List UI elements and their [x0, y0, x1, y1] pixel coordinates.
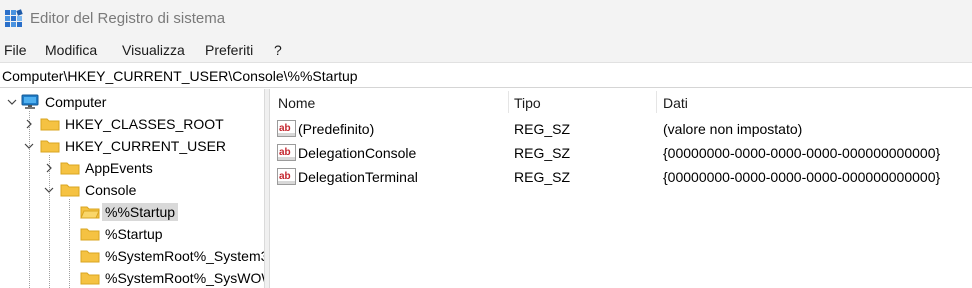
address-bar[interactable]: Computer\HKEY_CURRENT_USER\Console\%%Sta… [0, 62, 972, 88]
tree-node-label[interactable]: %%Startup [102, 203, 179, 221]
folder-icon [80, 228, 100, 241]
chevron-down-icon[interactable] [42, 183, 56, 197]
tree-node-systemroot-syswow64[interactable]: %SystemRoot%_SysWOW64 [0, 267, 264, 288]
value-data: {00000000-0000-0000-0000-000000000000} [663, 169, 941, 185]
tree-node-label[interactable]: Console [82, 181, 139, 199]
folder-icon [60, 162, 80, 175]
tree-node-label[interactable]: %SystemRoot%_SysWOW64 [102, 269, 264, 287]
tree-node-label[interactable]: HKEY_CURRENT_USER [62, 137, 229, 155]
menu-visualizza[interactable]: Visualizza [122, 42, 185, 58]
menu-file[interactable]: File [4, 42, 27, 58]
menu-modifica[interactable]: Modifica [45, 42, 97, 58]
value-row[interactable]: ab DelegationTerminal REG_SZ {00000000-0… [270, 165, 972, 189]
value-data: (valore non impostato) [663, 121, 803, 137]
folder-icon [40, 118, 60, 131]
svg-text:ab: ab [279, 147, 291, 158]
registry-editor-icon [5, 9, 23, 27]
column-header-data[interactable]: Dati [663, 95, 688, 111]
value-type: REG_SZ [514, 145, 571, 161]
svg-text:ab: ab [279, 123, 291, 134]
chevron-right-icon[interactable] [22, 117, 36, 131]
tree-node-percent-startup[interactable]: %Startup [0, 223, 264, 245]
tree-node-systemroot-system32[interactable]: %SystemRoot%_System32 [0, 245, 264, 267]
tree-node-label[interactable]: Computer [42, 93, 109, 111]
tree-node-percent-percent-startup[interactable]: %%Startup [0, 201, 264, 223]
title-bar: Editor del Registro di sistema [0, 0, 972, 38]
window-title: Editor del Registro di sistema [30, 10, 226, 27]
chevron-down-icon[interactable] [22, 139, 36, 153]
address-path[interactable]: Computer\HKEY_CURRENT_USER\Console\%%Sta… [2, 68, 358, 84]
chevron-right-icon[interactable] [42, 161, 56, 175]
value-row[interactable]: ab (Predefinito) REG_SZ (valore non impo… [270, 117, 972, 141]
tree-node-hkcu[interactable]: HKEY_CURRENT_USER [0, 135, 264, 157]
column-header-name[interactable]: Nome [278, 95, 315, 111]
value-row[interactable]: ab DelegationConsole REG_SZ {00000000-00… [270, 141, 972, 165]
svg-text:ab: ab [279, 171, 291, 182]
column-header-type[interactable]: Tipo [514, 95, 541, 111]
menu-help[interactable]: ? [274, 42, 282, 58]
string-value-icon: ab [277, 120, 296, 137]
folder-icon [80, 272, 100, 285]
tree-node-label[interactable]: HKEY_CLASSES_ROOT [62, 115, 227, 133]
value-name[interactable]: (Predefinito) [298, 121, 374, 137]
tree-node-hkcr[interactable]: HKEY_CLASSES_ROOT [0, 113, 264, 135]
column-separator[interactable] [656, 91, 657, 113]
column-separator[interactable] [508, 91, 509, 113]
menu-preferiti[interactable]: Preferiti [205, 42, 253, 58]
tree-node-console[interactable]: Console [0, 179, 264, 201]
folder-icon [80, 250, 100, 263]
tree-node-label[interactable]: AppEvents [82, 159, 156, 177]
value-data: {00000000-0000-0000-0000-000000000000} [663, 145, 941, 161]
computer-icon [21, 94, 39, 109]
string-value-icon: ab [277, 168, 296, 185]
key-tree[interactable]: Computer HKEY_CLASSES_ROOT HKEY_CURRENT_… [0, 89, 264, 288]
string-value-icon: ab [277, 144, 296, 161]
value-name[interactable]: DelegationTerminal [298, 169, 418, 185]
tree-node-computer[interactable]: Computer [0, 91, 264, 113]
folder-open-icon [80, 206, 100, 219]
tree-node-label[interactable]: %Startup [102, 225, 166, 243]
chevron-down-icon[interactable] [5, 95, 19, 109]
menu-bar: File Modifica Visualizza Preferiti ? [0, 38, 972, 62]
values-list[interactable]: Nome Tipo Dati ab (Predefinito) REG_SZ (… [270, 89, 972, 288]
value-type: REG_SZ [514, 121, 571, 137]
tree-node-label[interactable]: %SystemRoot%_System32 [102, 247, 264, 265]
value-name[interactable]: DelegationConsole [298, 145, 416, 161]
folder-icon [40, 140, 60, 153]
folder-icon [60, 184, 80, 197]
tree-node-appevents[interactable]: AppEvents [0, 157, 264, 179]
value-type: REG_SZ [514, 169, 571, 185]
